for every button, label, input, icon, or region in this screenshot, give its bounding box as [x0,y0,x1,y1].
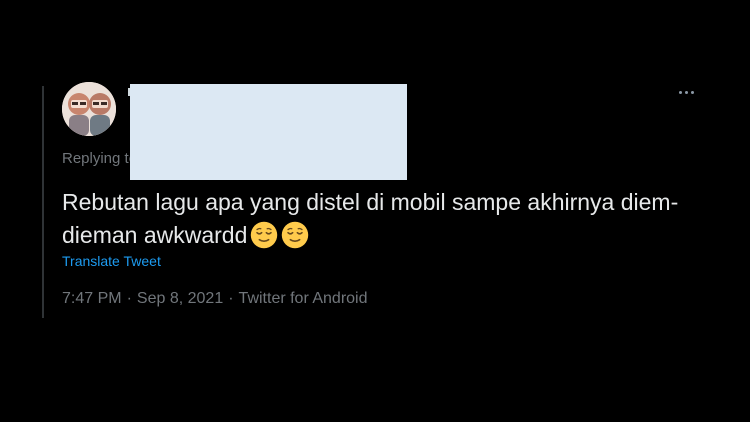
avatar[interactable] [62,82,116,136]
avatar-illustration [62,82,116,136]
tweet-body: Rebutan lagu apa yang distel di mobil sa… [62,186,702,252]
relieved-face-emoji-icon [282,221,309,249]
redacted-user-info [130,84,407,180]
relieved-face-emoji-icon [251,221,278,249]
replying-to-label: Replying to [62,150,130,167]
tweet-source[interactable]: Twitter for Android [239,290,368,307]
thread-connector-line [42,86,44,318]
translate-tweet-link[interactable]: Translate Tweet [62,253,161,269]
tweet-date[interactable]: Sep 8, 2021 [137,290,223,307]
tweet-time[interactable]: 7:47 PM [62,290,122,307]
more-options-icon[interactable] [672,82,700,102]
tweet-text: Rebutan lagu apa yang distel di mobil sa… [62,189,679,248]
tweet-metadata: 7:47 PM · Sep 8, 2021 · Twitter for Android [62,290,368,308]
meta-separator: · [126,290,132,307]
meta-separator: · [228,290,234,307]
